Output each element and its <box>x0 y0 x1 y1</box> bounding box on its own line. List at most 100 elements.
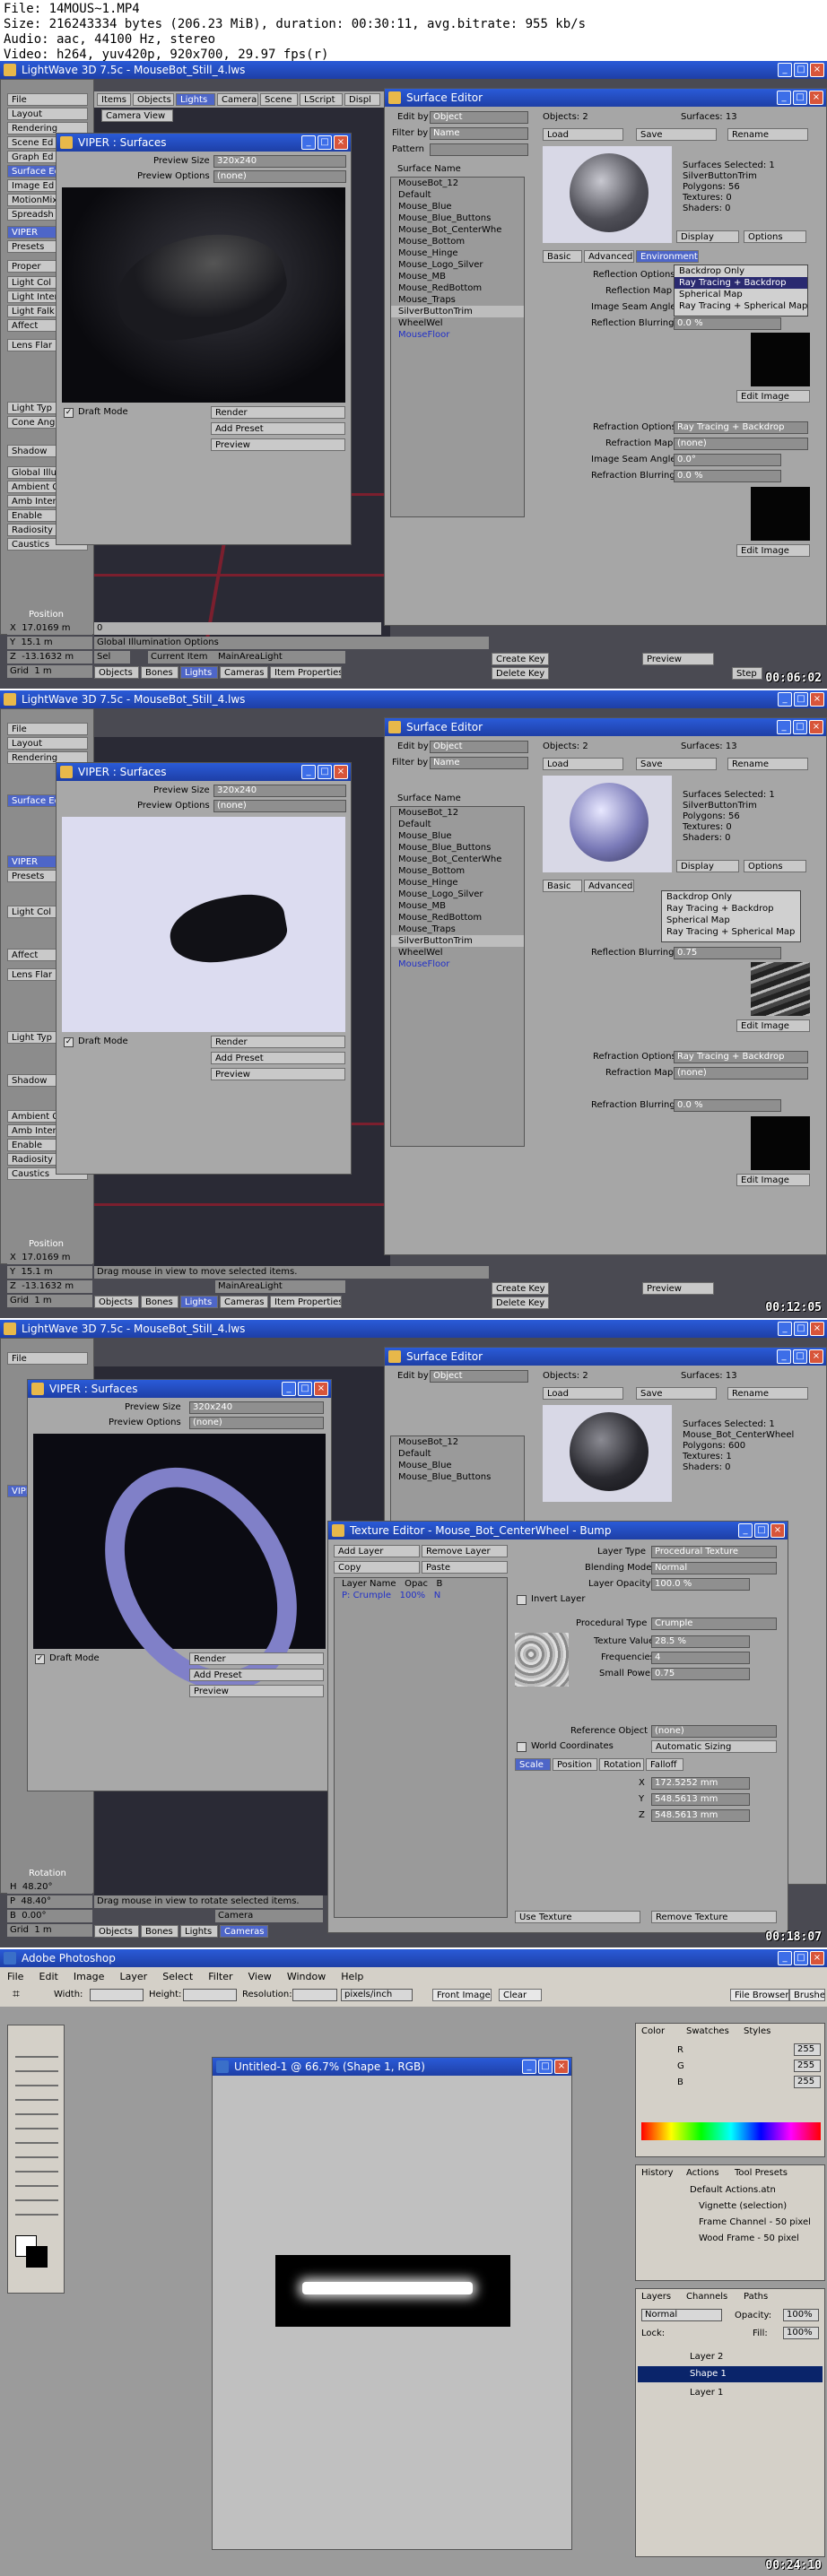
close-icon[interactable]: × <box>810 1951 824 1965</box>
close-icon[interactable]: × <box>810 1322 824 1336</box>
popup-item[interactable]: Ray Tracing + Spherical Map <box>675 300 807 312</box>
layer-row-selected[interactable]: Shape 1 <box>638 2366 823 2382</box>
tab-channels[interactable]: Channels <box>686 2292 727 2302</box>
edit-by-select[interactable]: Object <box>430 1370 528 1383</box>
pattern-input[interactable] <box>430 143 528 156</box>
add-layer-button[interactable]: Add Layer <box>334 1545 420 1557</box>
maximize-icon[interactable]: □ <box>793 720 807 734</box>
list-item[interactable]: Mouse_Blue_Buttons <box>391 212 524 224</box>
tool-icon[interactable] <box>15 2043 58 2223</box>
list-item[interactable]: Mouse_Hinge <box>391 247 524 259</box>
item-properties-button[interactable]: Item Properties <box>270 666 342 679</box>
refraction-map-select[interactable]: (none) <box>674 1067 808 1080</box>
list-item[interactable]: Mouse_MB <box>391 900 524 912</box>
lights-button[interactable]: Lights <box>180 1296 218 1308</box>
list-item[interactable]: Default <box>391 189 524 201</box>
minimize-icon[interactable]: _ <box>522 2060 536 2074</box>
background-color-swatch[interactable] <box>26 2246 48 2268</box>
edit-image-button[interactable]: Edit Image <box>736 544 810 557</box>
tab-scale[interactable]: Scale <box>515 1758 551 1771</box>
b-field[interactable]: 255 <box>794 2076 821 2088</box>
layer-row[interactable]: Layer 1 <box>690 2388 723 2398</box>
tab-objects[interactable]: Objects <box>133 93 174 106</box>
list-item[interactable]: Mouse_Bot_CenterWhe <box>391 224 524 236</box>
menu-file[interactable]: File <box>7 93 88 106</box>
cameras-button[interactable]: Cameras <box>220 666 268 679</box>
filter-by-select[interactable]: Name <box>430 757 528 769</box>
popup-item[interactable]: Backdrop Only <box>662 891 800 903</box>
list-item[interactable]: Mouse_Logo_Silver <box>391 889 524 900</box>
current-item-select[interactable]: MainAreaLight <box>215 651 345 664</box>
refraction-options-select[interactable]: Ray Tracing + Backdrop <box>674 421 808 434</box>
x-field[interactable]: X 17.0169 m <box>7 622 92 635</box>
options-button[interactable]: Options <box>744 860 806 872</box>
action-item[interactable]: Wood Frame - 50 pixel <box>699 2233 799 2243</box>
objects-button[interactable]: Objects <box>94 1925 139 1938</box>
edit-image-button[interactable]: Edit Image <box>736 390 810 403</box>
maximize-icon[interactable]: □ <box>794 63 808 77</box>
objects-button[interactable]: Objects <box>94 1296 139 1308</box>
camera-view-select[interactable]: Camera View <box>101 109 173 122</box>
maximize-icon[interactable]: □ <box>794 692 808 707</box>
frequencies-field[interactable]: 4 <box>651 1652 750 1664</box>
menu-view[interactable]: View <box>248 1971 272 1982</box>
filter-by-select[interactable]: Name <box>430 127 528 140</box>
tab-advanced[interactable]: Advanced <box>584 250 634 263</box>
invert-layer-checkbox[interactable] <box>517 1595 527 1605</box>
blend-mode-select[interactable]: Normal <box>641 2309 722 2321</box>
tab-lights[interactable]: Lights <box>176 93 215 106</box>
list-item[interactable]: SilverButtonTrim <box>391 935 524 947</box>
action-item[interactable]: Vignette (selection) <box>699 2201 787 2211</box>
tab-advanced[interactable]: Advanced <box>584 880 634 892</box>
tab-basic[interactable]: Basic <box>543 880 582 892</box>
close-icon[interactable]: × <box>770 1523 785 1538</box>
surface-list[interactable]: MouseBot_12 Default Mouse_Blue Mouse_Blu… <box>390 806 525 1147</box>
opacity-field[interactable]: 100% <box>783 2309 819 2321</box>
edit-by-select[interactable]: Object <box>430 111 528 124</box>
close-icon[interactable]: × <box>809 720 823 734</box>
y-field[interactable]: Y 15.1 m <box>7 1266 92 1279</box>
tab-lscript[interactable]: LScript <box>300 93 343 106</box>
delete-key-button[interactable]: Delete Key <box>492 667 549 680</box>
popup-item[interactable]: Ray Tracing + Backdrop <box>662 903 800 915</box>
reference-object-select[interactable]: (none) <box>651 1725 777 1738</box>
list-item[interactable]: Mouse_Blue <box>391 830 524 842</box>
bones-button[interactable]: Bones <box>141 1296 178 1308</box>
minimize-icon[interactable]: _ <box>778 1322 792 1336</box>
preview-button[interactable]: Preview <box>189 1685 324 1697</box>
fill-field[interactable]: 100% <box>783 2327 819 2339</box>
display-select[interactable]: Display <box>676 230 739 243</box>
close-icon[interactable]: × <box>809 91 823 105</box>
tab-rotation[interactable]: Rotation <box>599 1758 644 1771</box>
menu-image[interactable]: Image <box>74 1971 104 1982</box>
reflection-blurring-field[interactable]: 0.75 <box>674 947 781 959</box>
maximize-icon[interactable]: □ <box>793 1349 807 1364</box>
list-item[interactable]: Mouse_Bottom <box>391 865 524 877</box>
preview-select[interactable]: Preview <box>642 653 714 665</box>
cameras-button[interactable]: Cameras <box>220 1925 268 1938</box>
list-item[interactable]: MouseFloor <box>391 329 524 341</box>
preview-size-select[interactable]: 320x240 <box>189 1401 324 1414</box>
list-item[interactable]: Mouse_RedBottom <box>391 282 524 294</box>
menu-layout[interactable]: Layout <box>7 737 88 750</box>
layer-row[interactable]: Layer 2 <box>690 2352 723 2362</box>
list-item[interactable]: SilverButtonTrim <box>391 306 524 317</box>
list-item[interactable]: Mouse_Hinge <box>391 877 524 889</box>
scale-y-field[interactable]: 548.5613 mm <box>651 1793 750 1806</box>
display-select[interactable]: Display <box>676 860 739 872</box>
maximize-icon[interactable]: □ <box>318 135 332 150</box>
save-button[interactable]: Save <box>636 758 717 770</box>
remove-texture-button[interactable]: Remove Texture <box>651 1911 777 1923</box>
popup-item[interactable]: Backdrop Only <box>675 265 807 277</box>
width-input[interactable] <box>90 1989 144 2001</box>
menu-filter[interactable]: Filter <box>208 1971 232 1982</box>
preview-options-select[interactable]: (none) <box>189 1417 324 1429</box>
preview-size-select[interactable]: 320x240 <box>213 785 346 797</box>
minimize-icon[interactable]: _ <box>778 1951 792 1965</box>
edit-image-button[interactable]: Edit Image <box>736 1019 810 1032</box>
blending-mode-select[interactable]: Normal <box>651 1562 777 1574</box>
edit-by-select[interactable]: Object <box>430 741 528 753</box>
minimize-icon[interactable]: _ <box>301 135 316 150</box>
tab-camera[interactable]: Camera <box>217 93 258 106</box>
maximize-icon[interactable]: □ <box>793 91 807 105</box>
